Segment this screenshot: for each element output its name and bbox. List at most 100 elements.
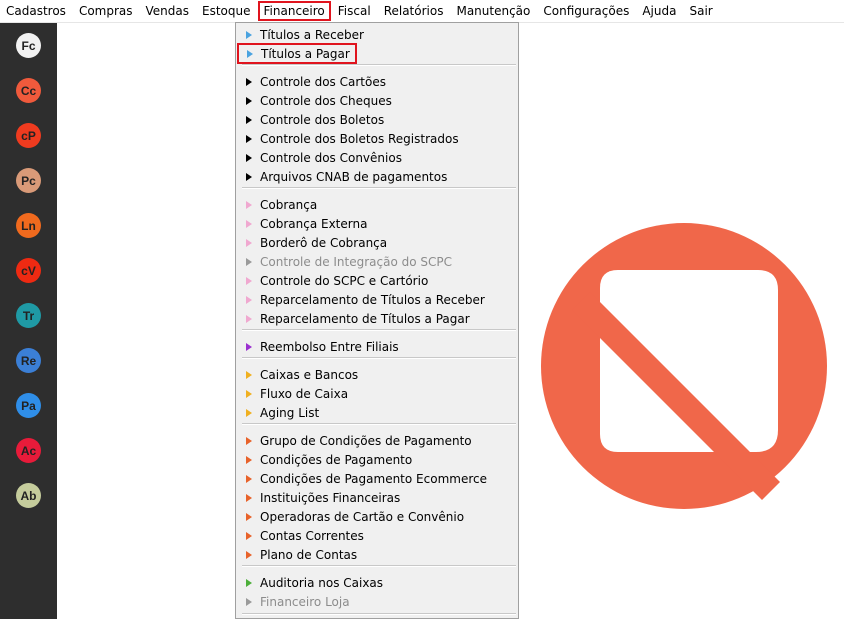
brand-logo [541,223,827,509]
menu-item[interactable]: Controle do SCPC e Cartório [236,271,518,290]
menu-separator [242,613,516,615]
menu-item[interactable]: Fluxo de Caixa [236,384,518,403]
menu-sair[interactable]: Sair [683,1,718,21]
financeiro-dropdown-menu: Títulos a Receber Títulos a Pagar Controle… [235,22,519,619]
menu-separator [242,64,516,66]
menu-item-label: Cobrança Externa [260,216,368,231]
submenu-arrow-icon [246,597,252,606]
menu-item[interactable]: Aging List [236,403,518,422]
top-menubar: Cadastros Compras Vendas Estoque Finance… [0,0,844,23]
menu-item[interactable]: Títulos a Receber [236,25,518,44]
menu-item-label: Fluxo de Caixa [260,386,349,401]
menu-separator [242,357,516,359]
menu-item-label: Controle dos Cheques [260,93,392,108]
menu-item[interactable]: Borderô de Cobrança [236,233,518,252]
menu-item[interactable]: Auditoria nos Caixas [236,573,518,592]
menu-separator [242,423,516,425]
menu-relatorios[interactable]: Relatórios [378,1,450,21]
submenu-arrow-icon [246,238,252,247]
sidebar-shortcut-pc-icon[interactable]: Pc [16,168,41,193]
menu-item-label: Plano de Contas [260,547,358,562]
menu-item[interactable]: Condições de Pagamento [236,450,518,469]
menu-item[interactable]: Plano de Contas [236,545,518,564]
menu-vendas[interactable]: Vendas [140,1,196,21]
menu-item-label: Arquivos CNAB de pagamentos [260,169,448,184]
menu-item[interactable]: Títulos a Pagar [237,43,357,64]
submenu-arrow-icon [246,455,252,464]
sidebar-shortcut-ab-icon[interactable]: Ab [16,483,41,508]
sidebar-shortcut-fc-icon[interactable]: Fc [16,33,41,58]
submenu-arrow-icon [246,531,252,540]
submenu-arrow-icon [246,370,252,379]
submenu-arrow-icon [246,200,252,209]
menu-item[interactable]: Controle dos Cartões [236,72,518,91]
submenu-arrow-icon [247,49,253,58]
menu-item[interactable]: Controle dos Cheques [236,91,518,110]
menu-estoque[interactable]: Estoque [196,1,257,21]
sidebar: Fc Cc cP Pc Ln cV Tr Re Pa Ac Ab [0,23,57,619]
sidebar-shortcut-re-icon[interactable]: Re [16,348,41,373]
menu-financeiro[interactable]: Financeiro [257,1,331,21]
menu-item[interactable]: Arquivos CNAB de pagamentos [236,167,518,186]
submenu-arrow-icon [246,512,252,521]
submenu-arrow-icon [246,314,252,323]
menu-item-label: Controle dos Cartões [260,74,386,89]
sidebar-shortcut-tr-icon[interactable]: Tr [16,303,41,328]
menu-item-label: Controle dos Boletos [260,112,385,127]
menu-item[interactable]: Reparcelamento de Títulos a Pagar [236,309,518,328]
menu-fiscal[interactable]: Fiscal [332,1,377,21]
menu-item-label: Operadoras de Cartão e Convênio [260,509,465,524]
menu-cadastros[interactable]: Cadastros [0,1,72,21]
menu-configuracoes[interactable]: Configurações [537,1,635,21]
sidebar-shortcut-ac-icon[interactable]: Ac [16,438,41,463]
menu-item-label: Auditoria nos Caixas [260,575,384,590]
sidebar-shortcut-pa-icon[interactable]: Pa [16,393,41,418]
menu-item-label: Instituições Financeiras [260,490,401,505]
submenu-arrow-icon [246,172,252,181]
submenu-arrow-icon [246,115,252,124]
sidebar-shortcut-cp-icon[interactable]: cP [16,123,41,148]
menu-manutencao[interactable]: Manutenção [450,1,536,21]
menu-item: Financeiro Loja [236,592,518,611]
menu-item[interactable]: Controle dos Convênios [236,148,518,167]
menu-item-label: Caixas e Bancos [260,367,359,382]
submenu-arrow-icon [246,77,252,86]
submenu-arrow-icon [246,550,252,559]
sidebar-shortcut-cc-icon[interactable]: Cc [16,78,41,103]
menu-item-label: Reparcelamento de Títulos a Pagar [260,311,470,326]
menu-item[interactable]: Contas Correntes [236,526,518,545]
sidebar-shortcut-cv-icon[interactable]: cV [16,258,41,283]
menu-item-label: Contas Correntes [260,528,364,543]
menu-item-label: Controle de Integração do SCPC [260,254,453,269]
submenu-arrow-icon [246,219,252,228]
submenu-arrow-icon [246,493,252,502]
menu-separator [242,187,516,189]
submenu-arrow-icon [246,436,252,445]
menu-item[interactable]: Operadoras de Cartão e Convênio [236,507,518,526]
menu-item-label: Títulos a Pagar [261,46,350,61]
menu-item-label: Condições de Pagamento [260,452,413,467]
menu-item[interactable]: Instituições Financeiras [236,488,518,507]
menu-item[interactable]: Cobrança Externa [236,214,518,233]
menu-item-label: Controle dos Convênios [260,150,402,165]
menu-item[interactable]: Reembolso Entre Filiais [236,337,518,356]
menu-item-label: Reembolso Entre Filiais [260,339,399,354]
menu-ajuda[interactable]: Ajuda [636,1,682,21]
menu-item[interactable]: Cobrança [236,195,518,214]
menu-compras[interactable]: Compras [73,1,139,21]
menu-item[interactable]: Caixas e Bancos [236,365,518,384]
menu-item[interactable]: Condições de Pagamento Ecommerce [236,469,518,488]
submenu-arrow-icon [246,342,252,351]
sidebar-shortcut-ln-icon[interactable]: Ln [16,213,41,238]
menu-item-label: Controle do SCPC e Cartório [260,273,429,288]
menu-item-label: Títulos a Receber [260,27,364,42]
menu-item[interactable]: Controle dos Boletos [236,110,518,129]
submenu-arrow-icon [246,295,252,304]
submenu-arrow-icon [246,276,252,285]
menu-item[interactable]: Reparcelamento de Títulos a Receber [236,290,518,309]
menu-item-label: Aging List [260,405,320,420]
menu-separator [242,329,516,331]
menu-item[interactable]: Grupo de Condições de Pagamento [236,431,518,450]
menu-item[interactable]: Controle dos Boletos Registrados [236,129,518,148]
submenu-arrow-icon [246,153,252,162]
